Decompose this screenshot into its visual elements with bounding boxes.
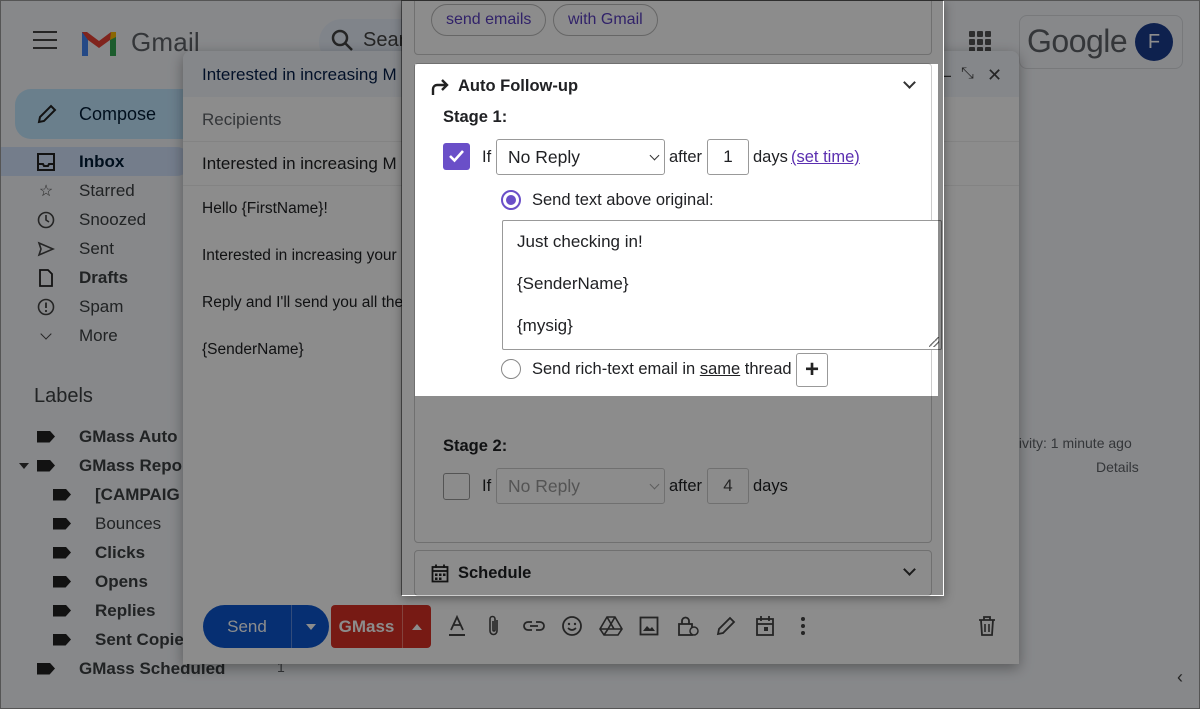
message-line: {SenderName} [517, 274, 629, 293]
radio-label-prefix: Send rich-text email in [532, 360, 700, 378]
dim-overlay [401, 396, 943, 595]
radio-rich-text-same-thread[interactable] [501, 359, 521, 379]
same-thread-link[interactable]: same [700, 360, 740, 378]
radio-label-suffix: thread [740, 360, 792, 378]
collapse-chevron-icon[interactable] [903, 76, 916, 89]
dim-overlay [401, 64, 415, 396]
after-label: after [669, 148, 703, 166]
followup-message-textarea[interactable]: Just checking in! {SenderName} {mysig} [502, 220, 942, 350]
message-line: Just checking in! [517, 232, 643, 251]
if-label: If [482, 148, 492, 166]
section-title: Auto Follow-up [458, 77, 579, 95]
dropdown-arrow-icon [649, 150, 660, 161]
stage1-days-input[interactable]: 1 [707, 139, 749, 175]
stage1-checkbox[interactable] [443, 143, 470, 170]
stage-label: Stage 1: [443, 108, 508, 126]
days-label: days [753, 148, 788, 166]
radio-label: Send text above original: [532, 191, 714, 209]
set-time-link[interactable]: (set time) [791, 148, 860, 167]
dim-overlay [401, 0, 943, 64]
stage1-condition-select[interactable]: No Reply [496, 139, 665, 175]
radio-label: Send rich-text email in same thread [532, 360, 792, 379]
message-line: {mysig} [517, 316, 573, 335]
selected-value: No Reply [508, 146, 580, 167]
dim-overlay [938, 64, 943, 396]
reply-arrow-icon [431, 79, 449, 95]
add-stage-button[interactable]: + [796, 353, 828, 387]
radio-text-above-original[interactable] [501, 190, 521, 210]
checkmark-icon [449, 150, 464, 163]
